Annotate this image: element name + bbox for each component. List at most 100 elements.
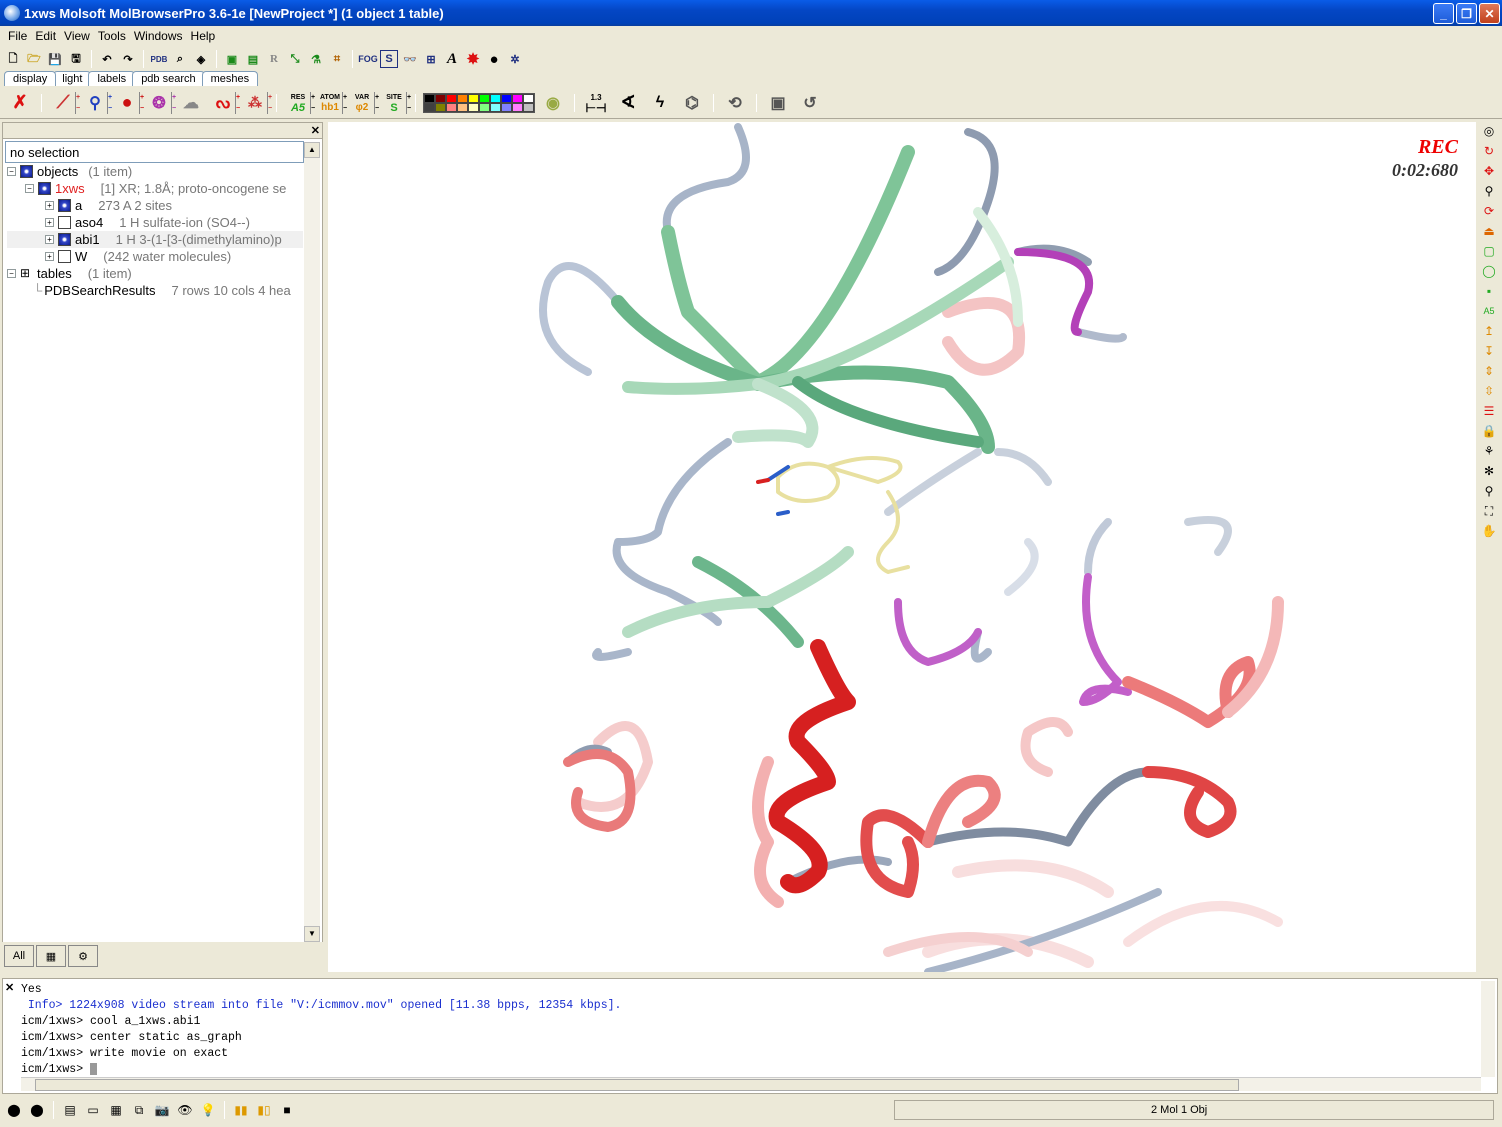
windows-icon[interactable]: ▤ [60, 1100, 80, 1120]
select-residue-icon[interactable]: A5 [1481, 304, 1497, 319]
angle-icon[interactable]: ∢ [614, 90, 642, 116]
tree-objects[interactable]: − objects (1 item) [7, 163, 303, 180]
flask-icon[interactable]: ⚗ [307, 50, 325, 68]
dots-icon[interactable]: ❂ + − [145, 90, 176, 116]
select-rect-icon[interactable]: ▢ [1481, 244, 1497, 259]
crop-icon[interactable]: ⌗ [328, 50, 346, 68]
select-more-icon[interactable]: ▤ [244, 50, 262, 68]
console-vscroll[interactable] [1481, 981, 1495, 1077]
bar-chart-icon[interactable]: ▮▮ [231, 1100, 251, 1120]
palette-swatch[interactable] [435, 93, 446, 103]
browser-icon[interactable]: ⧉ [129, 1100, 149, 1120]
color-wheel-icon[interactable]: ◉ [539, 90, 567, 116]
square-stop-icon[interactable]: ■ [277, 1100, 297, 1120]
var-label-icon[interactable]: VAR φ2 + − [348, 90, 379, 116]
fog-slab-icon[interactable]: ☰ [1481, 404, 1497, 419]
center-icon[interactable]: ◎ [1481, 124, 1497, 139]
expand-icon[interactable]: + [45, 252, 54, 261]
menu-help[interactable]: Help [187, 29, 220, 43]
hand-icon[interactable]: ✋ [1481, 524, 1497, 539]
palette-swatch[interactable] [479, 93, 490, 103]
collapse-icon[interactable]: − [7, 167, 16, 176]
palette-swatch[interactable] [468, 102, 479, 112]
scroll-down-icon[interactable]: ▼ [304, 926, 320, 942]
tree-abi1[interactable]: + abi1 1 H 3-(1-[3-(dimethylamino)p [7, 231, 303, 248]
palette-swatch[interactable] [490, 93, 501, 103]
glasses-icon[interactable]: 👓 [401, 50, 419, 68]
search-icon[interactable]: ⌕ [171, 50, 189, 68]
new-file-icon[interactable]: 🗋 [4, 50, 22, 68]
command-console[interactable]: ✕ Yes Info> 1224x908 video stream into f… [2, 978, 1498, 1094]
slab-icon[interactable]: ⇳ [1481, 384, 1497, 399]
abi1-checkbox[interactable] [58, 233, 71, 246]
menu-tools[interactable]: Tools [94, 29, 130, 43]
palette-swatch[interactable] [479, 102, 490, 112]
tab-display[interactable]: display [4, 71, 57, 86]
zoom-icon[interactable]: ⚲ [1481, 184, 1497, 199]
sphere-icon[interactable]: ● [485, 50, 503, 68]
expand-icon[interactable]: + [45, 201, 54, 210]
palette-swatch[interactable] [424, 102, 435, 112]
tables-tab-icon[interactable]: ▦ [36, 945, 66, 967]
wire-icon[interactable]: ⟋ + − [49, 90, 80, 116]
move-icon[interactable]: ⤡ [286, 50, 304, 68]
aso4-checkbox[interactable] [58, 216, 71, 229]
tag-icon[interactable]: ◈ [192, 50, 210, 68]
clear-display-icon[interactable]: ✗ [6, 90, 34, 116]
rotate-icon[interactable]: ↻ [1481, 144, 1497, 159]
stereo-icon[interactable]: S [380, 50, 398, 68]
menu-view[interactable]: View [60, 29, 94, 43]
fullscreen-icon[interactable]: ▭ [83, 1100, 103, 1120]
spin-icon[interactable]: ⟳ [1481, 204, 1497, 219]
open-folder-icon[interactable]: 🗁 [25, 50, 43, 68]
molecule-viewport[interactable]: REC 0:02:680 [328, 122, 1476, 972]
grid-icon[interactable]: ⊞ [422, 50, 440, 68]
tree-tables[interactable]: − ⊞ tables (1 item) [7, 265, 303, 282]
settings-tab-icon[interactable]: ⚙ [68, 945, 98, 967]
panel-scrollbar[interactable]: ▲ ▼ [304, 142, 320, 942]
wand-icon[interactable]: ✲ [506, 50, 524, 68]
palette-swatch[interactable] [424, 93, 435, 103]
redo-icon[interactable]: ↷ [119, 50, 137, 68]
palette-swatch[interactable] [501, 102, 512, 112]
measure-clear-icon[interactable]: ⌬ [678, 90, 706, 116]
palette-swatch[interactable] [457, 102, 468, 112]
palette-swatch[interactable] [501, 93, 512, 103]
snapshot-icon[interactable]: ▣ [764, 90, 792, 116]
palette-swatch[interactable] [490, 102, 501, 112]
save-icon[interactable]: 💾 [46, 50, 64, 68]
layout-icon[interactable]: ▦ [106, 1100, 126, 1120]
close-panel-icon[interactable]: ✕ [311, 124, 320, 137]
palette-swatch[interactable] [457, 93, 468, 103]
arrow-down-icon[interactable]: ↧ [1481, 344, 1497, 359]
palette-swatch[interactable] [512, 102, 523, 112]
tree-object-1xws[interactable]: − 1xws [1] XR; 1.8Å; proto-oncogene se [7, 180, 303, 197]
close-console-icon[interactable]: ✕ [5, 981, 14, 994]
tree-aso4[interactable]: + aso4 1 H sulfate-ion (SO4--) [7, 214, 303, 231]
surface-icon[interactable]: ☁ [177, 90, 205, 116]
tab-labels[interactable]: labels [88, 71, 136, 86]
distance-icon[interactable]: 1.3 ⊢⊣ [582, 90, 610, 116]
tab-pdb-search[interactable]: pdb search [132, 71, 205, 86]
select-small-icon[interactable]: ▪ [1481, 284, 1497, 299]
record-icon[interactable]: ⬤ [4, 1100, 24, 1120]
camera-icon[interactable]: 📷 [152, 1100, 172, 1120]
clip-icon[interactable]: ⏏ [1481, 224, 1497, 239]
palette-swatch[interactable] [446, 102, 457, 112]
torsion-edit-icon[interactable]: ✻ [1481, 464, 1497, 479]
arrow-up-icon[interactable]: ↥ [1481, 324, 1497, 339]
maximize-button[interactable]: ❐ [1456, 3, 1477, 24]
palette-swatch[interactable] [468, 93, 479, 103]
res-label-icon[interactable]: RES A5 + − [284, 90, 315, 116]
select-icon[interactable]: ▣ [223, 50, 241, 68]
palette-swatch[interactable] [435, 102, 446, 112]
expand-icon[interactable]: + [45, 218, 54, 227]
scroll-up-icon[interactable]: ▲ [304, 142, 320, 158]
color-palette[interactable] [423, 92, 535, 113]
palette-swatch[interactable] [523, 102, 534, 112]
palette-swatch[interactable] [523, 93, 534, 103]
translate-icon[interactable]: ✥ [1481, 164, 1497, 179]
cpk-icon[interactable]: ● + − [113, 90, 144, 116]
chain-checkbox[interactable] [58, 199, 71, 212]
bar-chart-alt-icon[interactable]: ▮▯ [254, 1100, 274, 1120]
